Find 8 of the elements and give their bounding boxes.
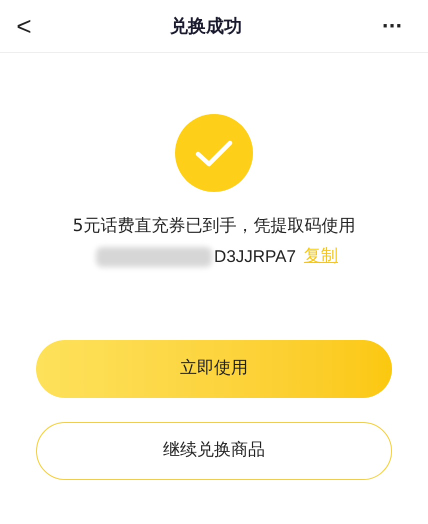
pickup-code: D3JJRPA7 — [214, 246, 296, 268]
continue-button[interactable]: 继续兑换商品 — [36, 422, 392, 480]
page-title: 兑换成功 — [170, 14, 242, 38]
message-text: 5元话费直充券已到手，凭提取码使用 — [72, 215, 356, 238]
check-icon — [175, 114, 253, 192]
more-button[interactable]: ··· — [372, 12, 412, 40]
back-button[interactable]: < — [8, 6, 40, 46]
use-now-button[interactable]: 立即使用 — [36, 340, 392, 398]
